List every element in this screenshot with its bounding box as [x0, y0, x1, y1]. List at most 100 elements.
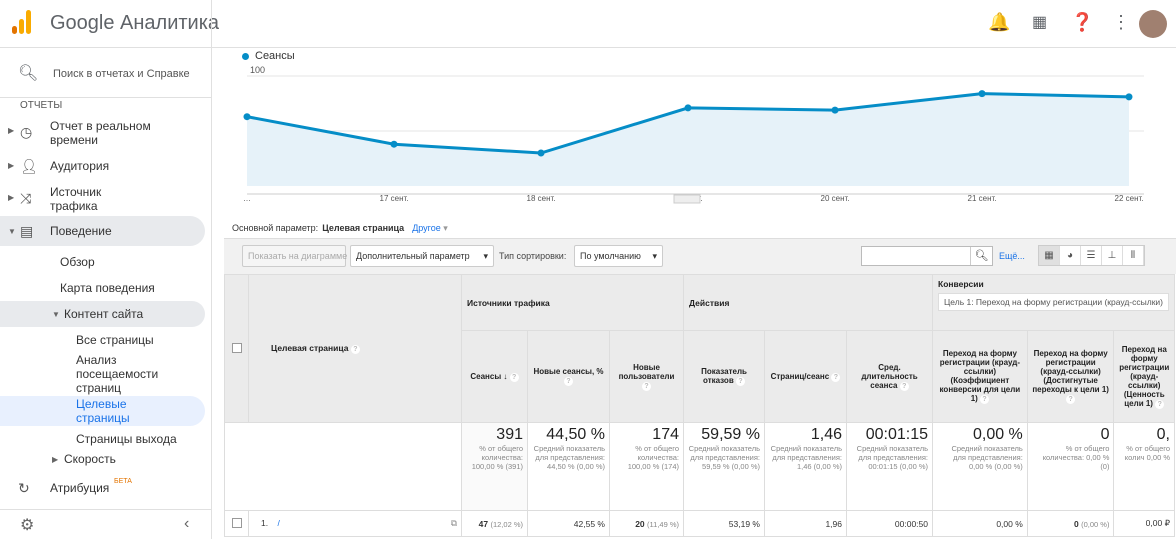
total-cell: 44,50 % Средний показатель для представле… — [527, 422, 610, 511]
data-point — [243, 113, 251, 121]
help-icon[interactable]: ? — [831, 372, 841, 382]
help-icon: ? — [350, 345, 360, 354]
x-tick-label: … — [243, 194, 251, 203]
sort-type-label: Тип сортировки: — [499, 251, 567, 261]
brand-name: Google Аналитика — [50, 12, 220, 34]
total-cell: 59,59 % Средний показатель для представле… — [683, 422, 765, 511]
advanced-filter-link[interactable]: Ещё... — [999, 251, 1025, 261]
x-tick-label: 18 сент. — [527, 194, 556, 203]
person-icon: 👤︎ — [20, 158, 38, 174]
help-icon[interactable]: ? — [899, 381, 909, 391]
sidebar-item-realtime[interactable]: ▶ ◷ Отчет в реальном времени — [0, 118, 205, 148]
col-metric[interactable]: Переход на форму регистрации (крауд-ссыл… — [932, 330, 1028, 423]
pivot-view-icon[interactable]: ⦀ — [1123, 246, 1144, 265]
group-acquisition: Источники трафика — [461, 274, 684, 331]
data-point — [537, 149, 545, 157]
col-metric[interactable]: Сеансы ↓ ? — [461, 330, 528, 423]
report-main: Сеансы 10050…17 сент.18 сент.19 сент.20 … — [212, 48, 1176, 539]
x-tick-label: 17 сент. — [380, 194, 409, 203]
sessions-line-chart: 10050…17 сент.18 сент.19 сент.20 сент.21… — [243, 65, 1144, 204]
sort-type-dropdown[interactable]: По умолчанию ▾ — [574, 245, 663, 267]
total-cell: 391% от общего количества: 100,00 % (391… — [461, 422, 528, 511]
data-point — [831, 106, 839, 114]
sidebar-item-all-pages[interactable]: Все страницы — [0, 333, 205, 349]
landing-page-link[interactable]: / — [278, 518, 280, 528]
col-landing-page[interactable]: Целевая страница ? — [248, 274, 462, 423]
behavior-icon: ▤ — [20, 223, 34, 239]
secondary-dimension-dropdown[interactable]: Дополнительный параметр ▾ — [350, 245, 494, 267]
group-conversions: Конверсии Цель 1: Переход на форму регист… — [932, 274, 1175, 331]
help-icon[interactable]: ? — [509, 372, 519, 382]
acquisition-icon: ⤨ — [20, 190, 32, 206]
table-search-input[interactable]: 🔍︎ — [861, 246, 993, 266]
help-icon[interactable]: ❓ — [1071, 12, 1093, 33]
x-tick-label: 21 сент. — [968, 194, 997, 203]
apps-icon[interactable]: ▦ — [1032, 12, 1047, 32]
help-icon[interactable]: ? — [980, 395, 990, 404]
sidebar-item-exit-pages[interactable]: Страницы выхода — [0, 432, 205, 448]
total-cell: 174% от общего количества: 100,00 % (174… — [609, 422, 684, 511]
sidebar-item-audience[interactable]: ▶ 👤︎ Аудитория — [0, 158, 205, 174]
comparison-view-icon[interactable]: ⊥ — [1102, 246, 1123, 265]
top-bar: Google Аналитика 🔔 ▦ ❓ ⋮ — [0, 0, 1176, 48]
col-metric[interactable]: Сред. длительность сеанса ? — [846, 330, 933, 423]
clock-icon: ◷ — [20, 124, 33, 140]
other-dimension-link[interactable]: Другое — [412, 223, 441, 233]
col-metric[interactable]: Переход на форму регистрации (крауд-ссыл… — [1113, 330, 1175, 423]
help-icon[interactable]: ? — [1155, 399, 1165, 409]
data-point — [978, 90, 986, 98]
sidebar-item-behavior[interactable]: ▼ ▤ Поведение — [0, 216, 205, 246]
x-tick-label: 22 сент. — [1115, 194, 1144, 203]
select-all-checkbox[interactable] — [231, 342, 242, 353]
col-metric[interactable]: Переход на форму регистрации (крауд-ссыл… — [1026, 330, 1115, 423]
sidebar-item-flow[interactable]: Карта поведения — [0, 281, 205, 297]
performance-view-icon[interactable]: ☰ — [1081, 246, 1102, 265]
sidebar-item-site-content[interactable]: ▼ Контент сайта — [0, 301, 205, 327]
sidebar-item-overview[interactable]: Обзор — [0, 255, 205, 271]
total-cell: 0,% от общего колич 0,00 % — [1113, 422, 1175, 511]
sidebar-item-acquisition[interactable]: ▶ ⤨ Источник трафика — [0, 184, 205, 214]
primary-dimension-bar: Основной параметр: Целевая страница Другое… — [232, 223, 448, 233]
primary-dimension-current: Целевая страница — [322, 223, 405, 233]
collapse-chevron-icon[interactable]: ‹ — [184, 515, 189, 533]
total-cell: 0% от общего количества: 0,00 % (0) — [1026, 422, 1115, 511]
more-icon[interactable]: ⋮ — [1112, 12, 1130, 33]
data-table: Целевая страница ? Источники трафика Дей… — [224, 274, 1175, 537]
bell-icon[interactable]: 🔔 — [988, 12, 1010, 33]
help-icon[interactable]: ? — [735, 377, 745, 386]
group-behavior: Действия — [683, 274, 933, 331]
data-point — [684, 104, 692, 112]
row-checkbox[interactable] — [231, 517, 242, 528]
plot-rows-button[interactable]: Показать на диаграмме — [242, 245, 347, 267]
sidebar-item-drilldown[interactable]: Анализ посещаемости страниц — [0, 353, 205, 397]
data-point — [390, 140, 398, 148]
table-toolbar: Показать на диаграмме Дополнительный пар… — [224, 238, 1176, 274]
sidebar-item-speed[interactable]: ▶ Скорость — [0, 452, 205, 468]
sidebar-item-landing-pages[interactable]: Целевые страницы — [0, 396, 205, 426]
attribution-icon: ↻ — [18, 480, 30, 496]
help-icon[interactable]: ? — [564, 377, 573, 386]
report-search[interactable]: 🔍︎ Поиск в отчетах и Справке — [0, 48, 212, 98]
totals-row: 391% от общего количества: 100,00 % (391… — [224, 422, 1175, 511]
avatar[interactable] — [1139, 10, 1167, 38]
col-metric[interactable]: Новые сеансы, % ? — [527, 330, 610, 423]
pie-view-icon[interactable]: ◕ — [1060, 246, 1081, 265]
col-metric[interactable]: Новые пользователи ? — [609, 330, 684, 423]
sidebar: 🔍︎ Поиск в отчетах и Справке ОТЧЕТЫ ▶ ◷ Отч… — [0, 48, 212, 539]
col-metric[interactable]: Показатель отказов ? — [683, 330, 765, 423]
goal-selector[interactable]: Цель 1: Переход на форму регистрации (кр… — [938, 293, 1169, 311]
x-tick-label: 20 сент. — [821, 194, 850, 203]
gear-icon[interactable]: ⚙ — [20, 515, 34, 535]
help-icon[interactable]: ? — [642, 381, 651, 391]
table-row[interactable]: 1. / ⧉ 47 (12,02 %) 42,55 % 20 (11,49 %) … — [224, 510, 1175, 537]
search-icon[interactable]: 🔍︎ — [970, 247, 992, 265]
help-icon[interactable]: ? — [1066, 395, 1076, 404]
y-tick-label: 100 — [250, 65, 265, 75]
total-cell: 00:01:15 Средний показатель для представл… — [846, 422, 933, 511]
table-view-icon[interactable]: ▦ — [1039, 246, 1060, 265]
sidebar-item-attribution[interactable]: ↻ Атрибуция БЕТА — [0, 478, 205, 496]
open-page-icon[interactable]: ⧉ — [451, 518, 457, 529]
search-icon: 🔍︎ — [18, 65, 39, 82]
col-metric[interactable]: Страниц/сеанс ? — [764, 330, 847, 423]
search-input[interactable]: Поиск в отчетах и Справке — [53, 68, 190, 80]
